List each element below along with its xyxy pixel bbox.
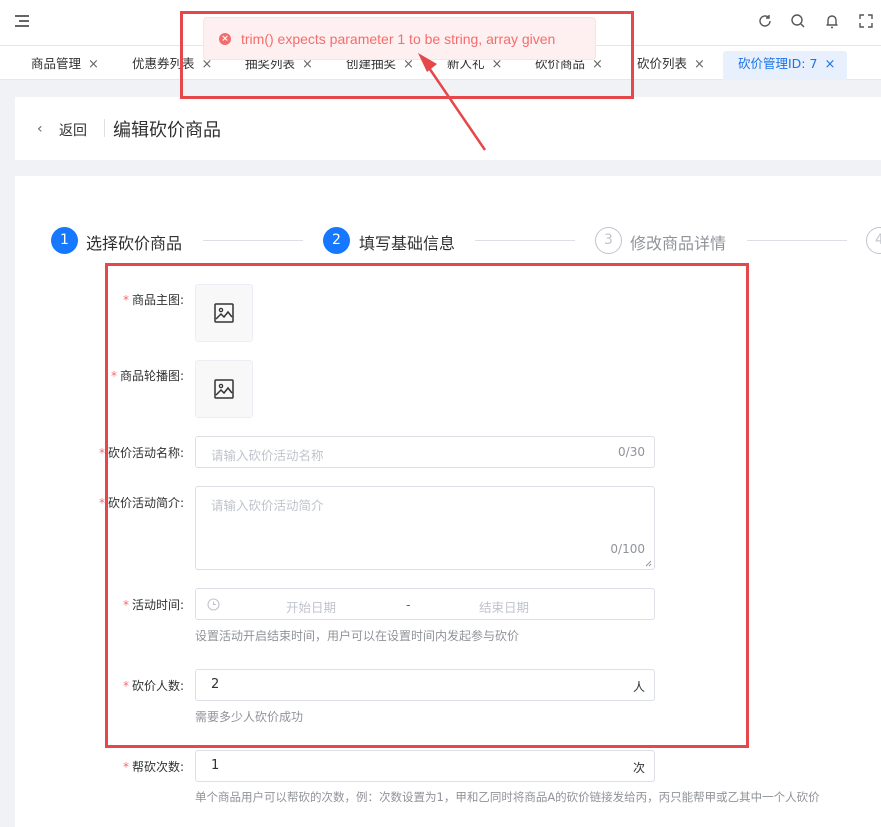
tab-bargain-list[interactable]: 砍价列表 × (627, 51, 715, 80)
bell-icon[interactable] (823, 12, 841, 30)
step-1-circle: 1 (51, 227, 78, 254)
step-2-label: 填写基础信息 (359, 234, 456, 253)
tab-bargain-manage-id[interactable]: 砍价管理ID: 7 × (723, 51, 847, 80)
divider (104, 119, 105, 137)
step-1-label: 选择砍价商品 (86, 234, 183, 253)
unit-suffix: 次 (632, 761, 645, 775)
help-count-label: * 帮砍次数: (122, 760, 184, 774)
chevron-left-icon[interactable]: ‹ (37, 121, 43, 137)
step-3-label: 修改商品详情 (630, 234, 727, 253)
help-count-hint: 单个商品用户可以帮砍的次数，例：次数设置为1，甲和乙同时将商品A的砍价链接发给丙… (195, 790, 820, 804)
step-2-circle: 2 (323, 227, 350, 254)
page-header-card: ‹ 返回 编辑砍价商品 (15, 97, 881, 160)
step-connector (747, 240, 847, 241)
step-connector (203, 240, 303, 241)
annotation-box-form (105, 263, 749, 748)
close-icon[interactable]: × (824, 57, 835, 72)
fullscreen-icon[interactable] (857, 12, 875, 30)
refresh-icon[interactable] (756, 12, 774, 30)
page-title: 编辑砍价商品 (113, 120, 221, 141)
close-icon[interactable]: × (88, 57, 99, 72)
step-connector (475, 240, 575, 241)
back-button[interactable]: 返回 (59, 120, 87, 140)
hamburger-menu-icon[interactable] (15, 15, 31, 29)
step-3-circle: 3 (595, 227, 622, 254)
close-icon[interactable]: × (694, 57, 705, 72)
annotation-box-error (180, 11, 634, 99)
help-count-input[interactable]: 1 次 (195, 750, 655, 782)
tab-product-management[interactable]: 商品管理 × (21, 51, 109, 80)
search-icon[interactable] (789, 12, 807, 30)
